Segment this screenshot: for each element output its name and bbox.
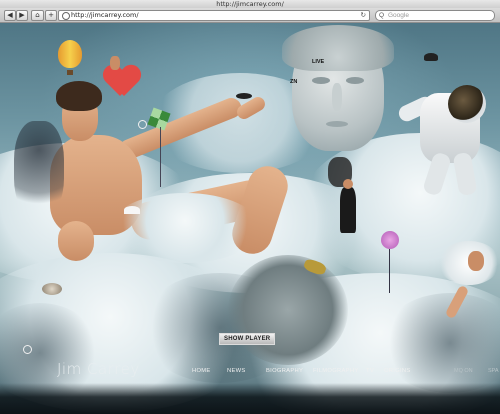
nav-news[interactable]: NEWS xyxy=(227,368,246,374)
bottom-nav-bar xyxy=(0,383,500,414)
favicon-icon xyxy=(62,12,70,20)
search-input[interactable]: Q Google xyxy=(375,10,495,21)
tiny-man-on-heart xyxy=(110,56,120,70)
statue-eye xyxy=(346,77,364,84)
footer-link-mq[interactable]: MQ ON xyxy=(454,368,473,374)
man-hair xyxy=(56,81,102,111)
shell[interactable] xyxy=(42,283,62,295)
nav-origins[interactable]: ORIGINS xyxy=(384,368,411,374)
angel-face xyxy=(468,251,484,271)
sleeping-stone-head[interactable] xyxy=(228,255,348,365)
nav-biography[interactable]: BIOGRAPHY xyxy=(266,368,303,374)
man-lower-arm xyxy=(58,221,94,261)
astronaut-leg xyxy=(452,151,478,197)
nav-filmography[interactable]: FILMOGRAPHY xyxy=(313,368,359,374)
browser-toolbar: ◀ ▶ ⌂ + http://jimcarrey.com/ ↻ Q Google xyxy=(0,8,500,23)
statue-hair xyxy=(282,25,394,71)
home-icon[interactable]: ⌂ xyxy=(31,10,44,21)
lollipop-stick xyxy=(389,249,390,293)
pinwheel-stick xyxy=(160,127,161,187)
forward-icon[interactable]: ▶ xyxy=(16,10,28,21)
suited-man-head xyxy=(343,179,353,189)
ring-icon[interactable] xyxy=(23,345,32,354)
search-placeholder: Google xyxy=(388,12,409,19)
statue-label-live[interactable]: LIVE xyxy=(312,59,324,65)
lollipop[interactable] xyxy=(381,231,399,249)
ring-icon[interactable] xyxy=(138,120,147,129)
nav-tv[interactable]: TV xyxy=(366,368,374,374)
reload-icon[interactable]: ↻ xyxy=(361,11,366,20)
url-text[interactable]: http://jimcarrey.com/ xyxy=(71,11,139,20)
browser-window: http://jimcarrey.com/ ◀ ▶ ⌂ + http://jim… xyxy=(0,0,500,414)
suited-man[interactable] xyxy=(340,179,356,233)
cloud xyxy=(110,193,260,263)
show-player-button[interactable]: SHOW PLAYER xyxy=(219,333,276,345)
bird-silhouette[interactable] xyxy=(424,53,438,61)
heart-balloon[interactable] xyxy=(104,66,140,100)
hot-air-balloon[interactable] xyxy=(58,40,82,68)
statue-nose xyxy=(332,83,342,111)
astronaut-helmet xyxy=(448,85,486,123)
astronaut[interactable] xyxy=(396,71,500,203)
add-tab-icon[interactable]: + xyxy=(45,10,57,21)
tiny-umbrella[interactable] xyxy=(124,206,140,214)
shadow-figure[interactable] xyxy=(14,121,64,217)
man-arm xyxy=(116,95,245,163)
back-icon[interactable]: ◀ xyxy=(4,10,16,21)
site-logo[interactable]: Jim Carrey xyxy=(57,360,140,378)
footer-link-spa[interactable]: SPA xyxy=(488,368,499,374)
address-bar[interactable]: http://jimcarrey.com/ ↻ xyxy=(58,10,370,21)
bird-man[interactable] xyxy=(236,93,252,99)
angel-leg xyxy=(444,284,470,320)
nav-home[interactable]: HOME xyxy=(192,368,211,374)
page-content: LIVE ZN xyxy=(0,23,500,414)
window-title: http://jimcarrey.com/ xyxy=(216,0,284,8)
winged-figure[interactable] xyxy=(438,241,500,321)
balloon-basket xyxy=(67,70,73,75)
search-icon: Q xyxy=(379,12,385,19)
